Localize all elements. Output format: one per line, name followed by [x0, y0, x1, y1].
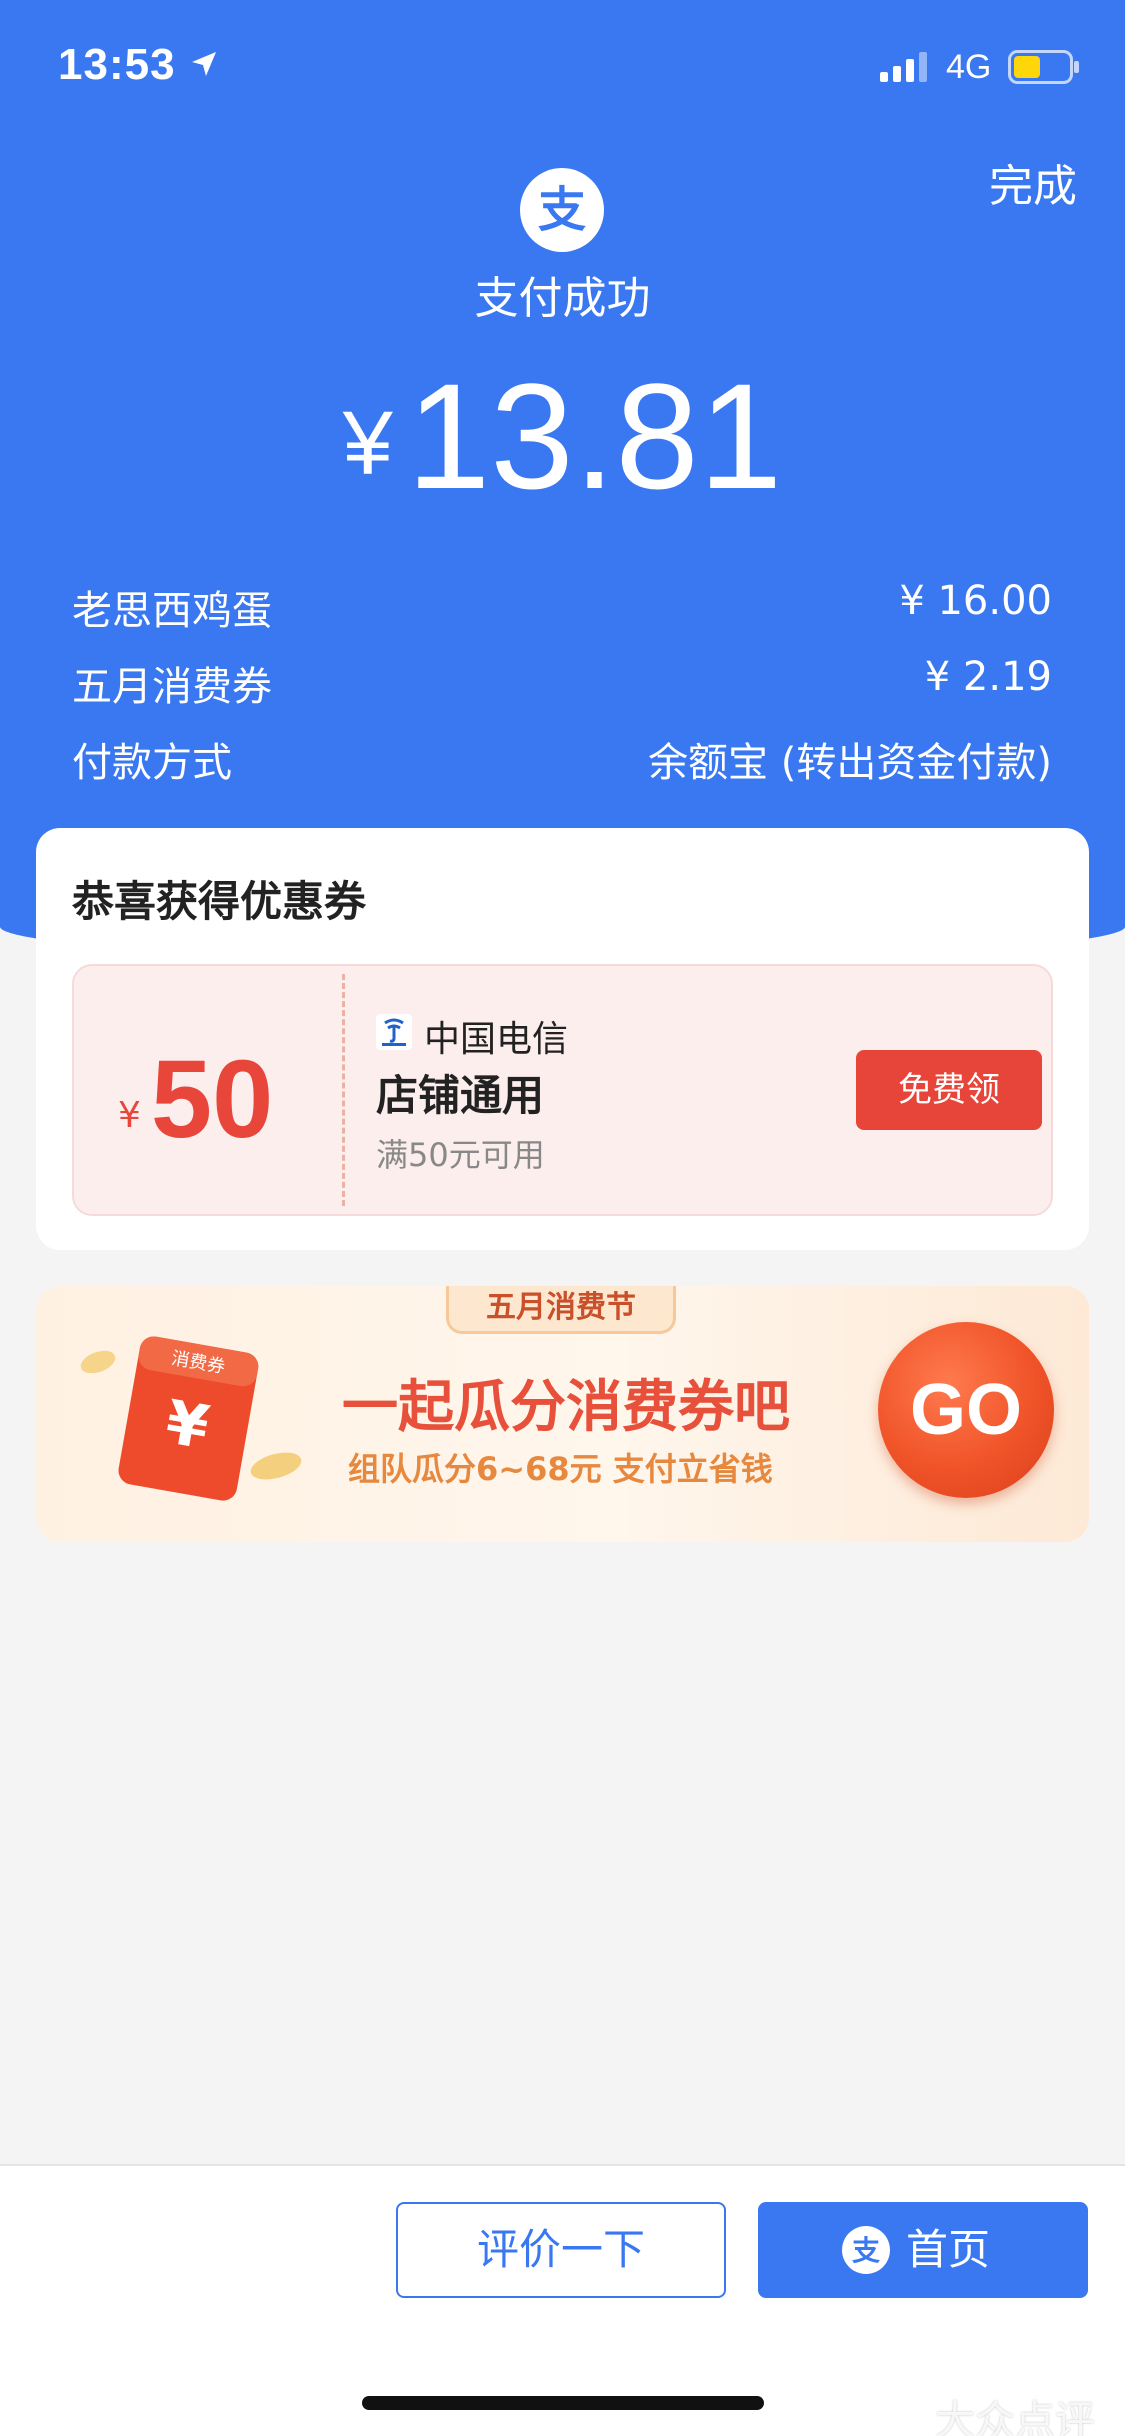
coupon-scope: 店铺通用	[376, 1071, 545, 1120]
payment-amount: ¥13.81	[0, 350, 1125, 523]
detail-value: ¥ 16.00	[899, 578, 1052, 624]
coupon-amount: ¥50	[118, 1036, 273, 1163]
coupon-value: 50	[150, 1038, 274, 1161]
promo-banner[interactable]: 五月消费节 消费券 ¥ 一起瓜分消费券吧 组队瓜分6~68元 支付立省钱 GO	[36, 1286, 1089, 1542]
claim-coupon-button[interactable]: 免费领	[856, 1050, 1042, 1130]
detail-label: 五月消费券	[72, 664, 272, 710]
go-button[interactable]: GO	[878, 1322, 1054, 1498]
detail-row-item: 老思西鸡蛋 ¥ 16.00	[72, 578, 1052, 638]
signal-icon	[880, 52, 927, 82]
coupon-ticket: ¥50 中国电信 店铺通用 满50元可用 免费领	[72, 964, 1053, 1216]
detail-row-payment-method: 付款方式 余额宝 (转出资金付款)	[72, 730, 1052, 790]
china-telecom-logo-icon	[376, 1014, 412, 1050]
merchant-name: 中国电信	[424, 1019, 569, 1060]
detail-label: 老思西鸡蛋	[72, 588, 272, 634]
battery-icon	[1008, 50, 1079, 84]
svg-text:支: 支	[852, 2234, 880, 2267]
coupon-divider	[342, 974, 345, 1206]
network-label: 4G	[946, 48, 992, 86]
status-time: 13:53	[58, 40, 176, 89]
amount-value: 13.81	[406, 352, 783, 520]
home-indicator[interactable]	[362, 2396, 764, 2410]
detail-value: ¥ 2.19	[924, 654, 1052, 700]
done-button[interactable]: 完成	[989, 150, 1077, 214]
home-button-label: 首页	[906, 2225, 991, 2274]
watermark: 大众点评	[935, 2398, 1095, 2436]
coupon-card: 恭喜获得优惠券 ¥50 中国电信 店铺通用 满50元可用 免费领	[36, 828, 1089, 1250]
red-envelope-icon: 消费券 ¥	[80, 1336, 302, 1501]
alipay-logo-icon: 支	[520, 168, 604, 252]
banner-tag: 五月消费节	[446, 1286, 676, 1334]
home-button[interactable]: 支 首页	[758, 2202, 1088, 2298]
location-arrow-icon	[192, 52, 216, 76]
payment-status: 支付成功	[474, 273, 651, 324]
coupon-section-title: 恭喜获得优惠券	[72, 877, 367, 926]
coupon-condition: 满50元可用	[376, 1136, 545, 1174]
coupon-currency: ¥	[118, 1095, 141, 1136]
banner-subline: 组队瓜分6~68元 支付立省钱	[348, 1450, 773, 1488]
review-button[interactable]: 评价一下	[396, 2202, 726, 2298]
detail-row-voucher: 五月消费券 ¥ 2.19	[72, 654, 1052, 714]
detail-value: 余额宝 (转出资金付款)	[648, 740, 1052, 786]
detail-label: 付款方式	[72, 740, 232, 786]
status-bar: 13:53 4G	[0, 0, 1125, 140]
banner-headline: 一起瓜分消费券吧	[342, 1375, 790, 1440]
alipay-logo-icon: 支	[842, 2226, 890, 2274]
svg-text:支: 支	[538, 182, 586, 238]
amount-currency: ¥	[342, 394, 393, 494]
